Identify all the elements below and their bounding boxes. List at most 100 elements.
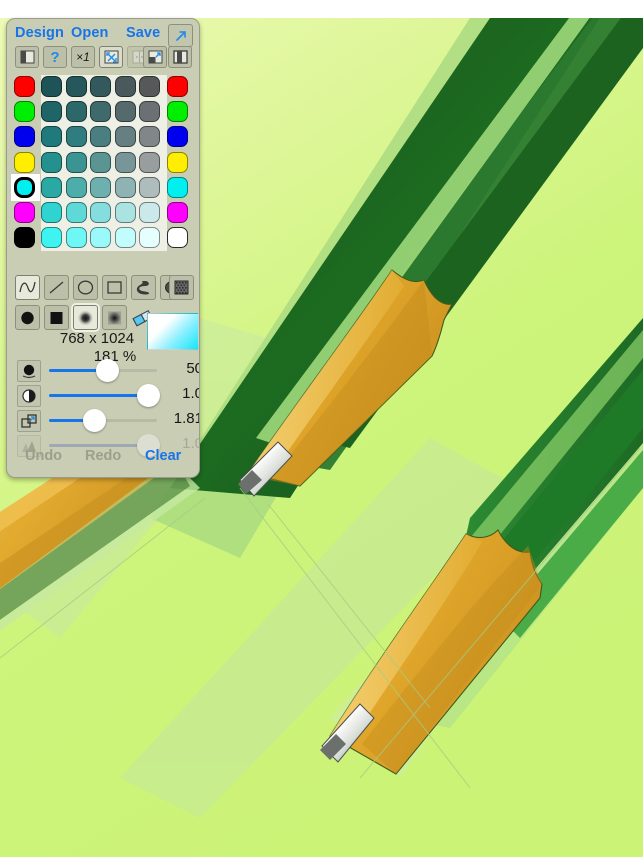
palette-swatch-0-4[interactable] <box>139 76 161 97</box>
canvas-size-label: 768 x 1024 <box>59 330 135 347</box>
palette-swatch-6-3[interactable] <box>114 227 136 249</box>
palette-swatch-left-0[interactable] <box>14 76 35 97</box>
half-circle-icon <box>17 385 41 407</box>
palette-swatch-0-0[interactable] <box>41 76 62 97</box>
palette-swatch-3-1[interactable] <box>65 151 87 173</box>
palette-swatch-1-4[interactable] <box>139 101 161 123</box>
palette-swatch-6-0[interactable] <box>41 227 62 249</box>
help-question-icon[interactable]: ? <box>43 46 67 68</box>
scale-slider[interactable]: 1.81 <box>11 409 199 433</box>
clear-button[interactable]: Clear <box>145 448 181 464</box>
opacity-slider-track[interactable] <box>49 384 161 407</box>
expand-arrow-glyph <box>175 30 186 41</box>
soft-round-brush[interactable] <box>73 305 98 330</box>
palette-swatch-6-1[interactable] <box>65 227 87 249</box>
redo-button[interactable]: Redo <box>85 448 121 464</box>
palette-swatch-right-0[interactable] <box>167 76 188 97</box>
palette-swatch-6-4[interactable] <box>139 227 161 249</box>
palette-swatch-3-0[interactable] <box>41 151 62 173</box>
fit-to-screen-icon[interactable] <box>99 46 123 68</box>
palette-swatch-4-3[interactable] <box>114 176 136 198</box>
opacity-slider-fill <box>49 394 149 397</box>
palette-swatch-4-4[interactable] <box>139 176 161 198</box>
texture-fill-tool[interactable] <box>169 275 194 300</box>
palette-swatch-0-1[interactable] <box>65 76 87 97</box>
palette-swatch-4-1[interactable] <box>65 176 87 198</box>
smudge-blob-tool[interactable] <box>131 275 156 300</box>
palette-swatch-left-2[interactable] <box>14 126 35 148</box>
undo-button[interactable]: Undo <box>25 448 62 464</box>
palette-swatch-5-0[interactable] <box>41 202 62 223</box>
palette-swatch-2-0[interactable] <box>41 126 62 148</box>
ellipse-outline-tool[interactable] <box>73 275 98 300</box>
scale-corner-icon[interactable] <box>143 46 167 68</box>
palette-swatch-1-2[interactable] <box>90 101 112 123</box>
zoom-actual-size-icon[interactable]: ×1 <box>71 46 95 68</box>
palette-swatch-5-4[interactable] <box>139 202 161 223</box>
resize-arrows-icon <box>17 410 41 432</box>
palette-swatch-left-4[interactable] <box>14 176 35 198</box>
palette-swatch-1-3[interactable] <box>114 101 136 123</box>
scale-slider-value: 1.81 <box>173 410 199 427</box>
palette-swatch-left-5[interactable] <box>14 202 35 223</box>
scale-slider-knob[interactable] <box>83 409 107 432</box>
palette-swatch-right-5[interactable] <box>167 202 188 223</box>
expand-arrow-icon[interactable] <box>168 24 193 47</box>
palette-swatch-left-1[interactable] <box>14 101 35 123</box>
panel-menu-row: Design Open Save <box>7 23 199 47</box>
palette-swatch-0-3[interactable] <box>114 76 136 97</box>
rectangle-tool[interactable] <box>102 275 127 300</box>
hard-square-brush[interactable] <box>44 305 69 330</box>
split-pane-left-icon[interactable] <box>15 46 39 68</box>
palette-swatch-6-2[interactable] <box>90 227 112 249</box>
current-color-preview[interactable] <box>147 313 199 350</box>
top-white-strip <box>0 0 643 18</box>
palette-swatch-right-2[interactable] <box>167 126 188 148</box>
freehand-curve-tool[interactable] <box>15 275 40 300</box>
brush-size-slider-knob[interactable] <box>96 359 120 382</box>
palette-swatch-4-2[interactable] <box>90 176 112 198</box>
hard-square-glyph <box>50 311 63 324</box>
soft-square-brush[interactable] <box>102 305 127 330</box>
open-menu-button[interactable]: Open <box>71 25 108 41</box>
fit-to-screen-glyph <box>104 50 118 64</box>
palette-swatch-3-2[interactable] <box>90 151 112 173</box>
palette-swatch-2-1[interactable] <box>65 126 87 148</box>
palette-swatch-left-6[interactable] <box>14 227 35 249</box>
palette-swatch-5-1[interactable] <box>65 202 87 223</box>
color-palette[interactable] <box>11 75 197 251</box>
palette-swatch-0-2[interactable] <box>90 76 112 97</box>
palette-swatch-3-4[interactable] <box>139 151 161 173</box>
split-pane-right-icon[interactable] <box>168 46 192 68</box>
ellipse-outline-glyph <box>77 280 94 295</box>
filled-circle-icon <box>17 360 41 382</box>
palette-swatch-1-0[interactable] <box>41 101 62 123</box>
palette-swatch-2-2[interactable] <box>90 126 112 148</box>
app-root: Design Open Save ? ×1 768 x 1024 181 % 5… <box>0 0 643 857</box>
brush-size-slider-track[interactable] <box>49 359 157 382</box>
palette-swatch-2-3[interactable] <box>114 126 136 148</box>
palette-swatch-2-4[interactable] <box>139 126 161 148</box>
palette-swatch-right-6[interactable] <box>167 227 188 249</box>
hard-round-glyph <box>21 311 34 324</box>
x1-glyph: ×1 <box>76 50 90 64</box>
palette-swatch-4-0[interactable] <box>41 176 62 198</box>
palette-swatch-1-1[interactable] <box>65 101 87 123</box>
design-menu-button[interactable]: Design <box>15 25 64 41</box>
palette-swatch-3-3[interactable] <box>114 151 136 173</box>
palette-swatch-5-3[interactable] <box>114 202 136 223</box>
palette-swatch-right-1[interactable] <box>167 101 188 123</box>
palette-swatch-right-3[interactable] <box>167 151 188 173</box>
smudge-blob-glyph <box>136 281 150 295</box>
palette-swatch-left-3[interactable] <box>14 151 35 173</box>
scale-slider-track[interactable] <box>49 409 157 432</box>
opacity-slider[interactable]: 1.0 <box>11 384 199 408</box>
palette-swatch-right-4[interactable] <box>167 176 188 198</box>
brush-size-slider[interactable]: 50 <box>11 359 199 383</box>
hard-round-brush[interactable] <box>15 305 40 330</box>
opacity-slider-knob[interactable] <box>137 384 161 407</box>
line-tool[interactable] <box>44 275 69 300</box>
palette-swatch-5-2[interactable] <box>90 202 112 223</box>
save-menu-button[interactable]: Save <box>126 25 160 41</box>
split-pane-left-glyph <box>20 50 34 64</box>
